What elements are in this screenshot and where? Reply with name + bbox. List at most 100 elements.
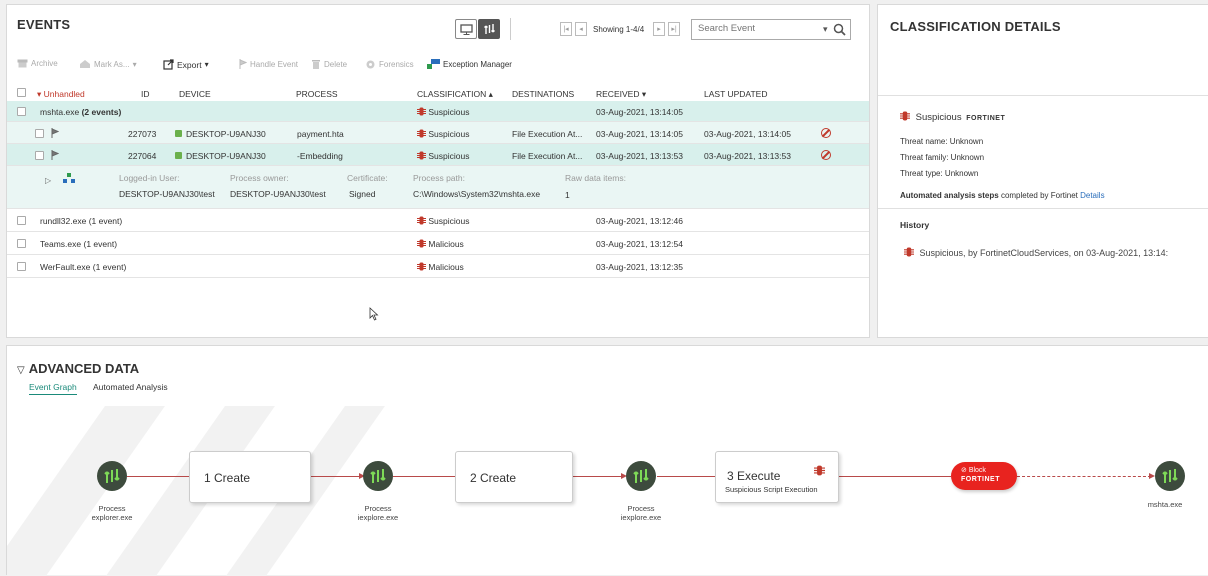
col-last-updated[interactable]: LAST UPDATED	[704, 89, 767, 99]
mark-as-button[interactable]: Mark As... ▾	[79, 59, 137, 69]
handle-event-button[interactable]: Handle Event	[239, 59, 298, 69]
unhandled-filter[interactable]: ▾ Unhandled	[37, 89, 85, 100]
search-box[interactable]: ▾	[691, 19, 851, 40]
tab-event-graph[interactable]: Event Graph	[29, 382, 77, 395]
col-classification-label: CLASSIFICATION	[417, 89, 487, 99]
event-id: 227073	[128, 129, 157, 139]
col-id[interactable]: ID	[141, 89, 150, 99]
graph-edge	[393, 476, 455, 477]
event-destinations: File Execution At...	[512, 129, 583, 139]
exception-manager-button[interactable]: Exception Manager	[427, 59, 512, 69]
event-classification-label: Suspicious	[428, 151, 470, 161]
classification-panel: CLASSIFICATION DETAILS Suspicious FORTIN…	[877, 4, 1208, 338]
group-classification-label: Suspicious	[428, 107, 470, 117]
col-device[interactable]: DEVICE	[179, 89, 211, 99]
sort-asc-icon: ▴	[488, 89, 493, 99]
event-group-row[interactable]: rundll32.exe (1 event) Suspicious 03-Aug…	[7, 209, 869, 232]
table-row[interactable]: 227064 DESKTOP-U9ANJ30 -Embedding Suspic…	[7, 144, 869, 166]
details-link[interactable]: Details	[1080, 191, 1104, 200]
gear-icon	[366, 60, 375, 69]
fortinet-logo: FORTINET	[966, 115, 1006, 122]
fortinet-flow-icon	[104, 469, 120, 483]
event-classification: Suspicious	[417, 129, 469, 139]
advanced-data-header[interactable]: ▽ ADVANCED DATA	[17, 361, 139, 376]
event-device-name: DESKTOP-U9ANJ30	[186, 129, 266, 139]
flag-icon	[239, 59, 247, 69]
fortinet-flow-icon	[483, 24, 495, 34]
graph-view-button[interactable]	[478, 19, 500, 39]
advanced-data-title: ADVANCED DATA	[28, 361, 140, 376]
prev-page-button[interactable]: ◂	[575, 22, 587, 36]
history-title: History	[900, 220, 930, 230]
group-classification: Malicious	[417, 239, 464, 249]
flag-icon[interactable]	[51, 150, 59, 160]
group-process-name: Teams.exe	[40, 239, 82, 249]
chevron-down-icon: ▾	[204, 60, 209, 69]
step-execute-3[interactable]: 3 Execute Suspicious Script Execution	[715, 451, 839, 503]
event-group-row[interactable]: mshta.exe (2 events) Suspicious 03-Aug-2…	[7, 101, 869, 122]
expand-icon[interactable]: ▷	[45, 176, 51, 185]
bug-icon	[417, 107, 426, 116]
process-node[interactable]	[1155, 461, 1185, 491]
event-process: -Embedding	[297, 151, 343, 161]
divider	[878, 95, 1208, 96]
search-dropdown-icon[interactable]: ▾	[823, 24, 828, 35]
tab-automated-analysis[interactable]: Automated Analysis	[93, 382, 168, 392]
event-device-name: DESKTOP-U9ANJ30	[186, 151, 266, 161]
export-label: Export	[177, 59, 202, 70]
screen-view-button[interactable]	[455, 19, 477, 39]
row-checkbox[interactable]	[17, 107, 26, 116]
process-path-value: C:\Windows\System32\mshta.exe	[413, 189, 541, 199]
certificate-value: Signed	[349, 189, 376, 199]
col-process[interactable]: PROCESS	[296, 89, 338, 99]
event-group-row[interactable]: WerFault.exe (1 event) Malicious 03-Aug-…	[7, 255, 869, 278]
next-page-button[interactable]: ▸	[653, 22, 665, 36]
row-checkbox[interactable]	[17, 239, 26, 248]
fortinet-logo: FORTINET	[961, 476, 1000, 483]
search-icon[interactable]	[833, 23, 846, 36]
graph-edge	[573, 476, 625, 477]
first-page-button[interactable]: |◂	[560, 22, 572, 36]
node-type: Process	[627, 504, 655, 513]
event-group-row[interactable]: Teams.exe (1 event) Malicious 03-Aug-202…	[7, 232, 869, 255]
process-node[interactable]	[626, 461, 656, 491]
node-type: Process	[98, 504, 126, 513]
process-node[interactable]	[97, 461, 127, 491]
process-tree-icon[interactable]	[63, 173, 75, 184]
col-classification[interactable]: CLASSIFICATION ▴	[417, 89, 493, 100]
table-row[interactable]: 227073 DESKTOP-U9ANJ30 payment.hta Suspi…	[7, 122, 869, 144]
group-count: (1 event)	[88, 216, 123, 226]
archive-button[interactable]: Archive	[17, 59, 58, 68]
row-checkbox[interactable]	[17, 216, 26, 225]
owner-value: DESKTOP-U9ANJ30\test	[230, 189, 326, 199]
block-label: ⊘ Block	[961, 467, 986, 474]
row-checkbox[interactable]	[35, 129, 44, 138]
sort-desc-icon: ▾	[641, 89, 647, 99]
exception-manager-icon	[427, 59, 440, 69]
block-badge[interactable]: ⊘ Block FORTINET	[951, 462, 1017, 490]
trash-icon	[312, 60, 320, 69]
step-create-2[interactable]: 2 Create	[455, 451, 573, 503]
col-received[interactable]: RECEIVED ▾	[596, 89, 646, 100]
step-create-1[interactable]: 1 Create	[189, 451, 311, 503]
process-node[interactable]	[363, 461, 393, 491]
row-checkbox[interactable]	[35, 151, 44, 160]
events-panel: EVENTS |◂ ◂ Showing 1-4/4 ▸ ▸| ▾ Archive…	[6, 4, 870, 338]
event-destinations: File Execution At...	[512, 151, 583, 161]
step-label: 1 Create	[204, 471, 251, 485]
select-all-checkbox[interactable]	[17, 88, 26, 97]
row-checkbox[interactable]	[17, 262, 26, 271]
step-sublabel: Suspicious Script Execution	[725, 485, 818, 494]
export-button[interactable]: Export ▾	[163, 59, 209, 70]
forensics-label: Forensics	[379, 60, 414, 69]
group-name: rundll32.exe (1 event)	[40, 216, 122, 226]
forensics-button[interactable]: Forensics	[365, 59, 414, 70]
col-destinations[interactable]: DESTINATIONS	[512, 89, 574, 99]
delete-button[interactable]: Delete	[311, 59, 347, 69]
col-received-label: RECEIVED	[596, 89, 640, 99]
search-input[interactable]	[698, 23, 808, 34]
last-page-button[interactable]: ▸|	[668, 22, 680, 36]
node-type: Process	[364, 504, 392, 513]
process-node-label: Process explorer.exe	[72, 504, 152, 522]
flag-icon[interactable]	[51, 128, 59, 138]
